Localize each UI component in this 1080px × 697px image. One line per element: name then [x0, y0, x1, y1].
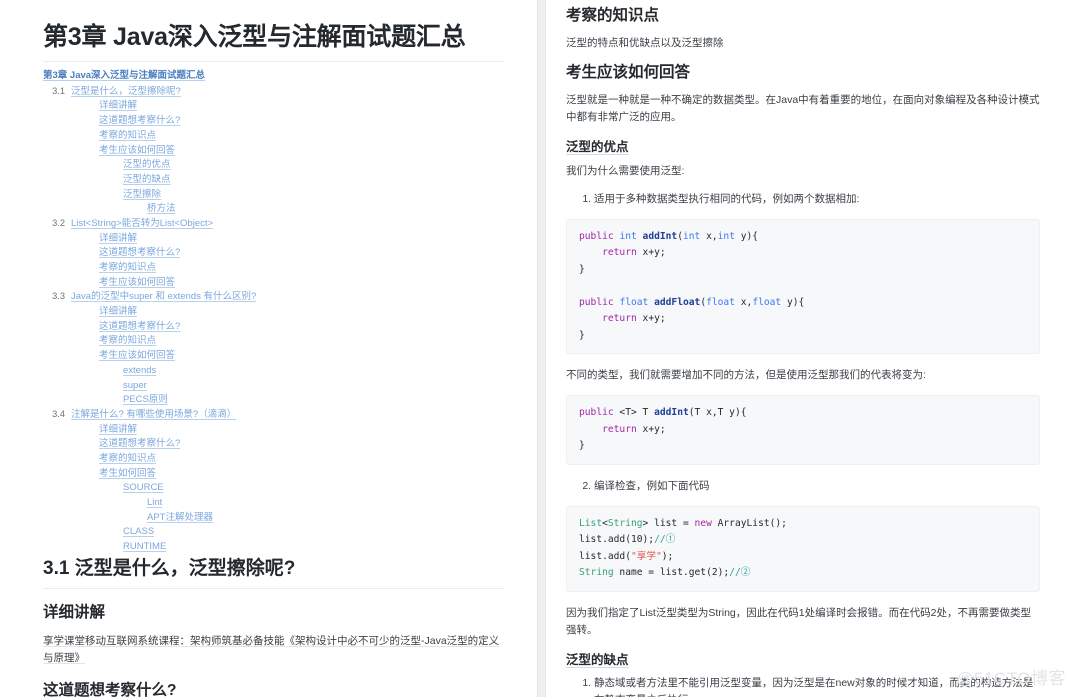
toc-number: 3.2 [52, 217, 65, 228]
toc-link[interactable]: List<String>能否转为List<Object> [71, 219, 213, 229]
toc-link[interactable]: 泛型是什么，泛型擦除呢? [71, 87, 181, 97]
toc-row: 泛型的优点 [43, 160, 505, 170]
toc-row: APT注解处理器 [43, 513, 505, 523]
toc-link[interactable]: 详细讲解 [99, 307, 137, 317]
toc-row: RUNTIME [43, 542, 505, 552]
toc-row: 3.3 Java的泛型中super 和 extends 有什么区别? [43, 292, 505, 302]
toc-row: 考察的知识点 [43, 336, 505, 346]
toc-row: 3.2 List<String>能否转为List<Object> [43, 217, 505, 229]
toc-link[interactable]: 桥方法 [147, 204, 176, 214]
toc-link[interactable]: 考察的知识点 [99, 336, 156, 346]
toc-row: 考生如何回答 [43, 469, 505, 479]
toc-link[interactable]: super [123, 380, 147, 391]
toc-row: SOURCE [43, 483, 505, 493]
toc-link[interactable]: RUNTIME [123, 542, 166, 552]
left-pane: 第3章 Java深入泛型与注解面试题汇总 第3章 Java深入泛型与注解面试题汇… [0, 0, 537, 697]
toc-row: 考察的知识点 [43, 131, 505, 141]
why-generics-text: 我们为什么需要使用泛型: [566, 164, 685, 177]
toc-link[interactable]: 考生应该如何回答 [99, 278, 175, 288]
toc-link[interactable]: 这道题想考察什么? [99, 116, 180, 126]
subsection-heading-detail: 详细讲解 [43, 604, 106, 622]
toc-row: 考察的知识点 [43, 263, 505, 273]
toc-link[interactable]: 考察的知识点 [99, 263, 156, 273]
table-of-contents: 第3章 Java深入泛型与注解面试题汇总 3.1 泛型是什么，泛型擦除呢? 详细讲解这… [43, 71, 505, 551]
toc-link[interactable]: CLASS [123, 527, 154, 537]
toc-link[interactable]: SOURCE [123, 483, 164, 493]
toc-link[interactable]: 这道题想考察什么? [99, 248, 180, 258]
pros-list-part-2: 编译检查，例如下面代码 [566, 478, 1040, 495]
pane-divider [537, 0, 546, 697]
toc-row: 泛型的缺点 [43, 175, 505, 185]
toc-row: 详细讲解 [43, 425, 505, 435]
toc-row: CLASS [43, 527, 505, 537]
toc-link[interactable]: 注解是什么? 有哪些使用场景?（滴滴） [71, 410, 236, 420]
toc-row: PECS原则 [43, 395, 505, 405]
heading-knowledge-points: 考察的知识点 [566, 7, 660, 24]
code-block-generic-addint: public <T> T addInt(T x,T y){ return x+y… [566, 395, 1040, 465]
page-title: 第3章 Java深入泛型与注解面试题汇总 [43, 22, 505, 63]
toc-row: 泛型擦除 [43, 190, 505, 200]
toc-link[interactable]: APT注解处理器 [147, 513, 213, 523]
toc-row: super [43, 380, 505, 391]
toc-row: 考生应该如何回答 [43, 145, 505, 156]
toc-row: 考生应该如何回答 [43, 351, 505, 361]
watermark: @51CTO博客 [956, 669, 1066, 688]
toc-link[interactable]: 泛型的缺点 [123, 175, 171, 185]
document-page: 第3章 Java深入泛型与注解面试题汇总 第3章 Java深入泛型与注解面试题汇… [0, 0, 1080, 697]
toc-row: 这道题想考察什么? [43, 248, 505, 258]
code-block-addint-addfloat: public int addInt(int x,int y){ return x… [566, 218, 1040, 355]
toc-row: 考生应该如何回答 [43, 278, 505, 288]
toc-link[interactable]: Java的泛型中super 和 extends 有什么区别? [71, 292, 256, 302]
toc-link[interactable]: 详细讲解 [99, 425, 137, 435]
toc-link[interactable]: 这道题想考察什么? [99, 439, 180, 449]
toc-row: 3.4 注解是什么? 有哪些使用场景?（滴滴） [43, 408, 505, 420]
toc-row: 这道题想考察什么? [43, 116, 505, 126]
toc-link[interactable]: 考察的知识点 [99, 454, 156, 464]
toc-number: 3.1 [52, 85, 65, 96]
toc-link[interactable]: 泛型擦除 [123, 190, 161, 200]
different-types-text: 不同的类型，我们就需要增加不同的方法，但是使用泛型那我们的代表将变为: [566, 369, 926, 382]
toc-link[interactable]: extends [123, 366, 156, 376]
right-pane: 考察的知识点 泛型的特点和优缺点以及泛型擦除 考生应该如何回答 泛型就是一种就是… [546, 0, 1078, 697]
toc-row: 考察的知识点 [43, 454, 505, 464]
toc-row: extends [43, 366, 505, 376]
toc-row: 这道题想考察什么? [43, 322, 505, 332]
list-item: 适用于多种数据类型执行相同的代码，例如两个数据相加: [594, 191, 1040, 208]
toc-link[interactable]: 考生应该如何回答 [99, 145, 175, 156]
toc-number: 3.4 [52, 408, 65, 419]
toc-link[interactable]: 考察的知识点 [99, 131, 156, 141]
toc-row: 第3章 Java深入泛型与注解面试题汇总 [43, 71, 505, 81]
toc-link[interactable]: Lint [147, 498, 162, 508]
subsection-heading-question: 这道题想考察什么? [43, 681, 177, 697]
toc-row: 详细讲解 [43, 101, 505, 111]
toc-link[interactable]: 考生如何回答 [99, 469, 156, 479]
toc-link[interactable]: 这道题想考察什么? [99, 322, 180, 332]
toc-row: 桥方法 [43, 204, 505, 214]
toc-row: 详细讲解 [43, 234, 505, 244]
list-item: 编译检查，例如下面代码 [594, 478, 1040, 495]
toc-link[interactable]: 泛型的优点 [123, 160, 171, 170]
heading-generics-pros: 泛型的优点 [566, 140, 629, 155]
toc-link[interactable]: PECS原则 [123, 395, 168, 405]
toc-link[interactable]: 详细讲解 [99, 234, 137, 244]
heading-how-to-answer: 考生应该如何回答 [566, 64, 691, 82]
section-heading: 3.1 泛型是什么，泛型擦除呢? [43, 557, 505, 590]
toc-number: 3.3 [52, 291, 65, 302]
knowledge-points-text: 泛型的特点和优缺点以及泛型擦除 [566, 37, 724, 50]
pros-list-part-1: 适用于多种数据类型执行相同的代码，例如两个数据相加: [566, 191, 1040, 208]
toc-link[interactable]: 考生应该如何回答 [99, 351, 175, 361]
toc-row: 3.1 泛型是什么，泛型擦除呢? [43, 85, 505, 97]
toc-link[interactable]: 第3章 Java深入泛型与注解面试题汇总 [43, 71, 205, 81]
course-description-text: 享学课堂移动互联网系统课程：架构师筑基必备技能《架构设计中必不可少的泛型-Jav… [43, 634, 500, 664]
toc-row: Lint [43, 498, 505, 508]
code-block-arraylist: List<String> list = new ArrayList(); lis… [566, 505, 1040, 592]
toc-link[interactable]: 详细讲解 [99, 101, 137, 111]
compile-check-explanation-text: 因为我们指定了List泛型类型为String，因此在代码1处编译时会报错。而在代… [566, 606, 1031, 636]
toc-row: 这道题想考察什么? [43, 439, 505, 449]
toc-row: 详细讲解 [43, 307, 505, 317]
how-to-answer-text: 泛型就是一种就是一种不确定的数据类型。在Java中有着重要的地位，在面向对象编程… [566, 94, 1040, 124]
